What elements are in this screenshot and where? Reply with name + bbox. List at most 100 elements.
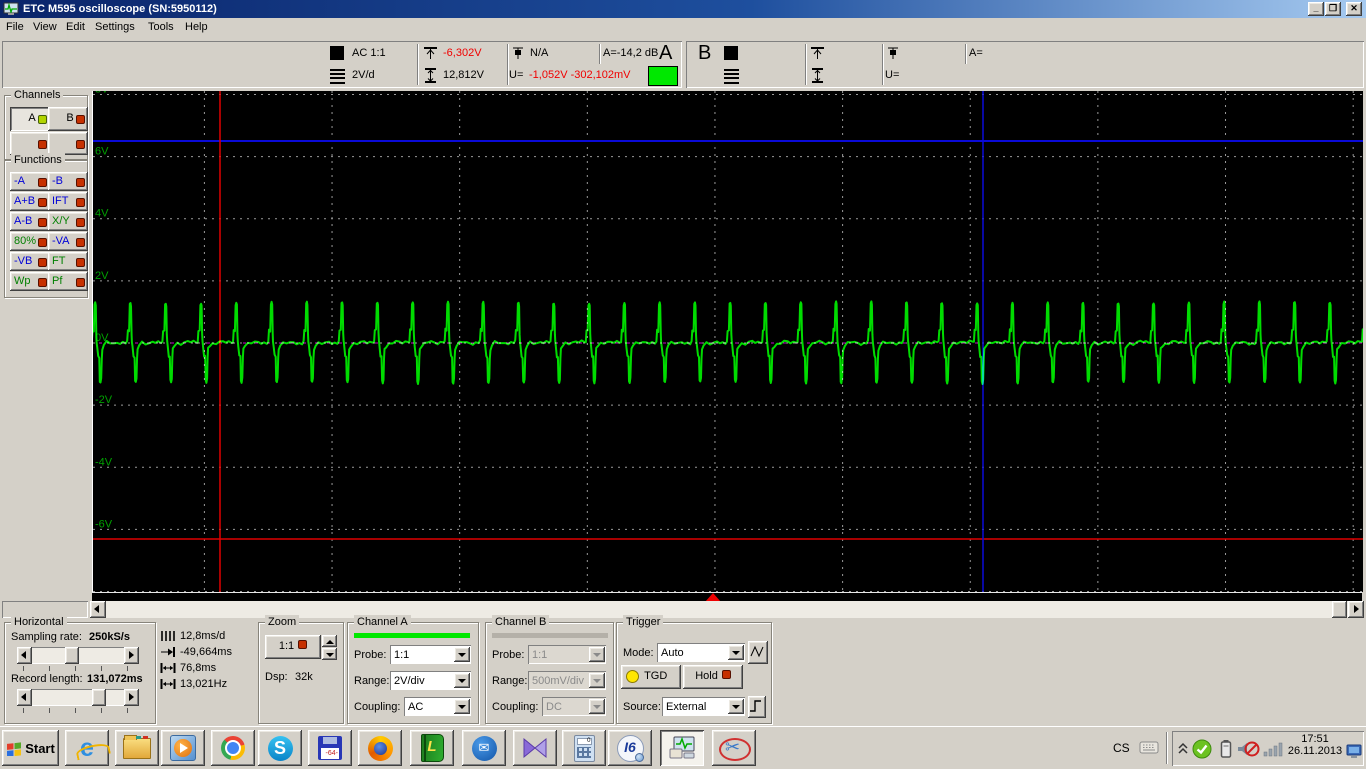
trigger-mode-select[interactable]: Auto bbox=[657, 643, 745, 662]
cursor-top-value: -6,302V bbox=[443, 47, 482, 59]
taskbar-icon-chrome[interactable] bbox=[211, 730, 255, 766]
antivirus-status-icon[interactable] bbox=[1192, 739, 1212, 759]
cursor-span-value: 12,812V bbox=[443, 69, 484, 81]
taskbar-icon-media-player[interactable] bbox=[161, 730, 205, 766]
taskbar-icon-calculator[interactable]: 0 bbox=[562, 730, 606, 766]
tray-clock[interactable]: 17:51 26.11.2013 bbox=[1284, 733, 1346, 757]
channel-a-readout-panel: AC 1:1 2V/d -6,302V 12,812V N/A U= -1,05… bbox=[2, 41, 682, 88]
channel-a-probe-select[interactable]: 1:1 bbox=[390, 645, 471, 664]
taskbar-icon-oscilloscope-app[interactable] bbox=[660, 730, 704, 766]
menu-edit[interactable]: Edit bbox=[66, 21, 85, 33]
taskbar-icon-i6-viewer[interactable]: I6 bbox=[608, 730, 652, 766]
zoom-ratio-button[interactable]: 1:1 bbox=[265, 635, 321, 659]
trigger-slope-button[interactable] bbox=[748, 696, 766, 718]
taskbar-icon-snipping-scissors[interactable]: ✂ bbox=[712, 730, 756, 766]
function-xy-button[interactable]: X/Y bbox=[48, 212, 88, 231]
taskbar-icon-dictionary-l[interactable]: L bbox=[410, 730, 454, 766]
gain-value: A= bbox=[969, 47, 983, 59]
svg-text:-4V: -4V bbox=[95, 456, 113, 468]
menu-help[interactable]: Help bbox=[185, 21, 208, 33]
tgd-label: TGD bbox=[644, 670, 668, 682]
channel-a-range: 2V/d bbox=[352, 69, 375, 81]
function-minus-b-button[interactable]: -B bbox=[48, 172, 88, 191]
title-bar[interactable]: ETC M595 oscilloscope (SN:5950112) _ ❐ ✕ bbox=[0, 0, 1366, 18]
range-lines-icon bbox=[330, 69, 345, 84]
window-title: ETC M595 oscilloscope (SN:5950112) bbox=[23, 3, 217, 15]
trigger-group: Trigger Mode: Auto TGD Hold Source: Exte… bbox=[616, 615, 772, 724]
function-ft-button[interactable]: FT bbox=[48, 252, 88, 271]
sampling-rate-slider-thumb[interactable] bbox=[64, 647, 79, 664]
trigger-options-button[interactable] bbox=[748, 641, 768, 664]
record-length-slider[interactable] bbox=[17, 689, 139, 706]
trigger-hold-button[interactable]: Hold bbox=[683, 665, 743, 689]
tray-expand-chevron-icon[interactable] bbox=[1177, 741, 1189, 755]
tgd-led bbox=[626, 670, 639, 683]
volume-muted-icon[interactable] bbox=[1236, 740, 1260, 758]
zoom-up-button[interactable] bbox=[322, 635, 337, 647]
zoom-spinner[interactable] bbox=[322, 635, 337, 660]
trigger-source-label: Source: bbox=[623, 701, 661, 713]
taskbar-icon-thunderbird[interactable]: ✉ bbox=[462, 730, 506, 766]
cursor-time-icon bbox=[161, 647, 175, 657]
scroll-thumb[interactable] bbox=[1332, 601, 1347, 618]
calc-display: 0 bbox=[576, 737, 592, 745]
record-length-label: Record length: bbox=[11, 673, 83, 685]
svg-text:4V: 4V bbox=[95, 208, 109, 220]
function-minus-va-button[interactable]: -VA bbox=[48, 232, 88, 251]
coupling-label: Coupling: bbox=[492, 701, 539, 713]
magnifier-dot bbox=[634, 752, 644, 762]
channel-a-aux-button[interactable] bbox=[10, 132, 50, 155]
taskbar-icon-internet-explorer[interactable]: e bbox=[65, 730, 111, 766]
function-a-plus-b-button[interactable]: A+B bbox=[10, 192, 50, 211]
level-span-icon bbox=[812, 68, 823, 83]
network-signal-icon[interactable] bbox=[1263, 741, 1285, 757]
channel-b-led bbox=[76, 115, 85, 124]
channel-b-aux-button[interactable] bbox=[48, 132, 88, 155]
channel-b-coupling-select: DC bbox=[542, 697, 606, 716]
trigger-source-select[interactable]: External bbox=[662, 697, 745, 716]
taskbar-icon-disk-64[interactable]: -64- bbox=[308, 730, 352, 766]
channel-a-coupling-swatch bbox=[330, 46, 344, 60]
taskbar-icon-file-manager[interactable] bbox=[115, 730, 159, 766]
function-pf-button[interactable]: Pf bbox=[48, 272, 88, 291]
channel-b-button[interactable]: B bbox=[48, 107, 88, 131]
function-a-minus-b-button[interactable]: A-B bbox=[10, 212, 50, 231]
close-button[interactable]: ✕ bbox=[1346, 2, 1362, 16]
menu-file[interactable]: File bbox=[6, 21, 24, 33]
function-minus-a-button[interactable]: -A bbox=[10, 172, 50, 191]
show-desktop-icon[interactable] bbox=[1346, 744, 1362, 759]
start-button[interactable]: Start bbox=[2, 730, 59, 766]
taskbar-icon-firefox[interactable] bbox=[358, 730, 402, 766]
calc-keys bbox=[576, 746, 591, 758]
menu-settings[interactable]: Settings bbox=[95, 21, 135, 33]
channels-group-title: Channels bbox=[11, 88, 64, 102]
scroll-left-button[interactable] bbox=[90, 601, 106, 618]
function-ift-button[interactable]: IFT bbox=[48, 192, 88, 211]
channel-a-coupling-select[interactable]: AC bbox=[404, 697, 471, 716]
record-length-slider-thumb[interactable] bbox=[92, 689, 107, 706]
channel-b-coupling-swatch bbox=[724, 46, 738, 60]
taskbar-icon-skype[interactable]: S bbox=[258, 730, 302, 766]
scroll-right-button[interactable] bbox=[1348, 601, 1364, 618]
function-minus-vb-button[interactable]: -VB bbox=[10, 252, 50, 271]
trigger-group-title: Trigger bbox=[623, 615, 664, 629]
battery-icon[interactable] bbox=[1220, 739, 1232, 759]
keyboard-icon[interactable] bbox=[1139, 740, 1159, 754]
tgd-indicator-button[interactable]: TGD bbox=[621, 665, 681, 689]
menu-tools[interactable]: Tools bbox=[148, 21, 174, 33]
taskbar-icon-kmplayer[interactable] bbox=[513, 730, 557, 766]
sampling-rate-slider[interactable] bbox=[17, 647, 139, 664]
zoom-down-button[interactable] bbox=[322, 648, 337, 660]
function-80pct-button[interactable]: 80% bbox=[10, 232, 50, 251]
function-wp-button[interactable]: Wp bbox=[10, 272, 50, 291]
channel-a-button[interactable]: A bbox=[10, 107, 50, 131]
scope-display[interactable]: 8V6V4V2V0V-2V-4V-6V bbox=[81, 83, 1366, 593]
gain-value: A=-14,2 dB bbox=[603, 47, 659, 59]
minimize-button[interactable]: _ bbox=[1308, 2, 1324, 16]
hysteresis-icon bbox=[750, 645, 764, 658]
restore-button[interactable]: ❐ bbox=[1325, 2, 1341, 16]
channel-a-range-select[interactable]: 2V/div bbox=[390, 671, 471, 690]
menu-view[interactable]: View bbox=[33, 21, 57, 33]
keyboard-language-indicator[interactable]: CS bbox=[1113, 741, 1130, 755]
zoom-group: Zoom 1:1 Dsp: 32k bbox=[258, 615, 344, 724]
